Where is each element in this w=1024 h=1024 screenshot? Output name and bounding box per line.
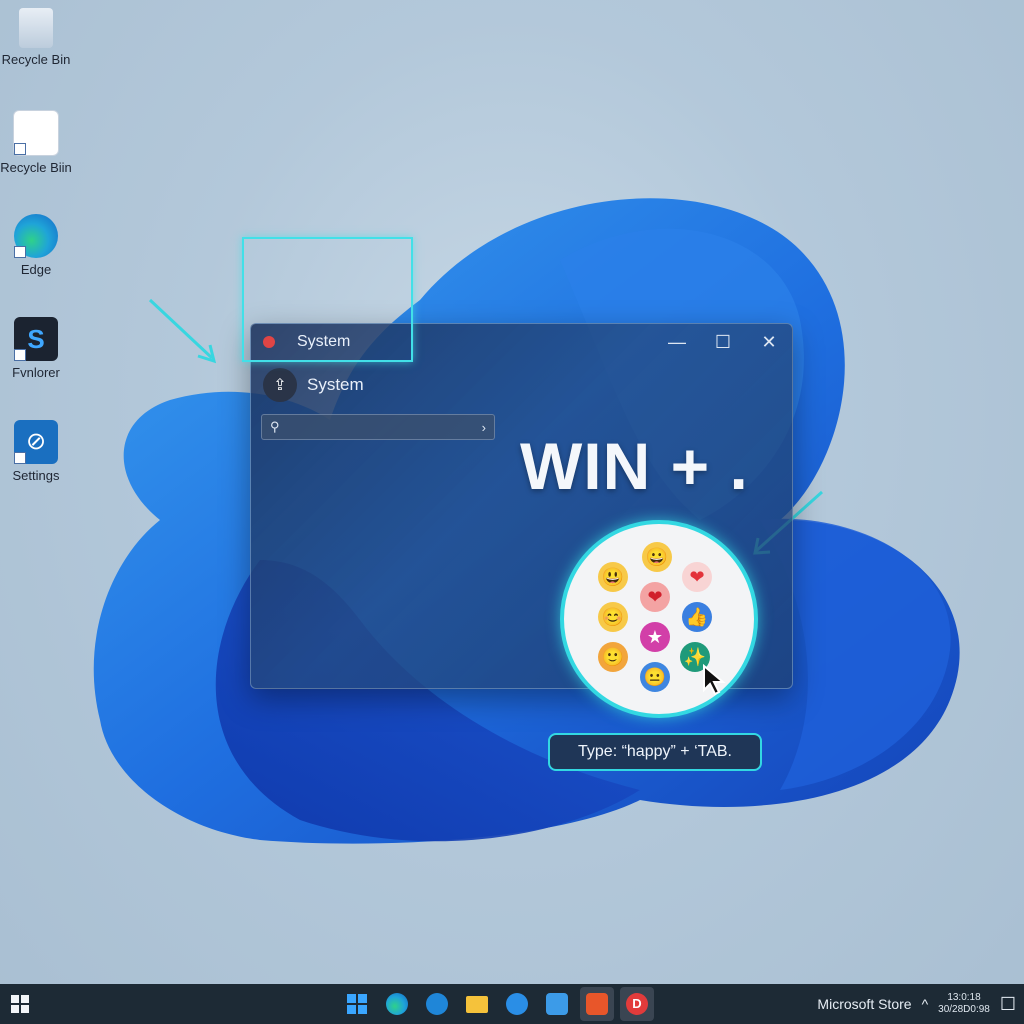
desktop-icon-label: Recycle Bin	[1, 52, 71, 67]
minimize-button[interactable]: —	[654, 332, 700, 353]
desktop-icon-edge[interactable]: Edge	[0, 214, 72, 277]
taskbar-folder-icon[interactable]	[460, 987, 494, 1021]
clock-time: 13:0:18	[947, 992, 981, 1003]
taskbar-store-label[interactable]: Microsoft Store	[817, 996, 911, 1012]
taskbar-office-icon[interactable]	[580, 987, 614, 1021]
edge-icon	[14, 214, 58, 258]
close-button[interactable]: ✕	[746, 332, 792, 353]
desktop-icon-recycle-bin[interactable]: Recycle Bin	[0, 8, 72, 67]
mouse-cursor-icon	[703, 664, 726, 696]
emoji-star[interactable]: ★	[640, 622, 670, 652]
explorer-icon: S	[14, 317, 58, 361]
shortcut-label: WIN + .	[520, 429, 749, 503]
notification-icon[interactable]: ☐	[1000, 994, 1016, 1015]
emoji-thumbs-up[interactable]: 👍	[682, 602, 712, 632]
highlight-box	[242, 237, 413, 362]
emoji-heart[interactable]: ❤	[682, 562, 712, 592]
desktop-icon-label: Edge	[20, 262, 52, 277]
taskbar-edge-icon[interactable]	[380, 987, 414, 1021]
desktop-icon-recycle-app[interactable]: Recycle Biin	[0, 110, 72, 175]
emoji-heart-red[interactable]: ❤	[640, 582, 670, 612]
taskbar-ie-icon[interactable]	[500, 987, 534, 1021]
app-header: ⇪ System	[251, 360, 792, 410]
emoji-smile[interactable]: 😃	[598, 562, 628, 592]
tray-chevron-icon[interactable]: ^	[922, 996, 929, 1012]
taskbar-d-icon[interactable]: D	[620, 987, 654, 1021]
maximize-button[interactable]: ☐	[700, 332, 746, 353]
emoji-blush[interactable]: 😊	[598, 602, 628, 632]
desktop-icon-label: Settings	[12, 468, 60, 483]
desktop-icon-label: Recycle Biin	[0, 160, 72, 175]
recycle-bin-icon	[19, 8, 53, 48]
search-input[interactable]: ⚲ ›	[261, 414, 495, 440]
windows-logo-icon	[11, 995, 29, 1013]
settings-icon: ⊘	[14, 420, 58, 464]
desktop-icon-settings[interactable]: ⊘ Settings	[0, 420, 72, 483]
app-name: System	[307, 375, 364, 394]
chevron-right-icon[interactable]: ›	[482, 420, 486, 435]
desktop-icon-explorer[interactable]: S Fvnlorer	[0, 317, 72, 380]
start-button[interactable]	[0, 984, 40, 1024]
emoji-slight-smile[interactable]: 🙂	[598, 642, 628, 672]
emoji-picker[interactable]: 😀 😃 ❤ 😊 ❤ 👍 🙂 ★ ✨ 😐	[560, 520, 758, 718]
system-app-icon: ⇪	[263, 368, 297, 402]
desktop-icon-label: Fvnlorer	[12, 365, 60, 380]
taskbar: D Microsoft Store ^ 13:0:18 30/28D0:98 ☐	[0, 984, 1024, 1024]
taskbar-app-icon[interactable]	[540, 987, 574, 1021]
emoji-neutral[interactable]: 😐	[640, 662, 670, 692]
search-icon: ⚲	[270, 419, 280, 434]
taskbar-start-icon[interactable]	[340, 987, 374, 1021]
taskbar-store-icon[interactable]	[420, 987, 454, 1021]
emoji-grin[interactable]: 😀	[642, 542, 672, 572]
recycle-app-icon	[13, 110, 59, 156]
tip-label: Type: “happy” + ‘TAB.	[548, 733, 762, 771]
clock[interactable]: 13:0:18 30/28D0:98	[938, 992, 990, 1016]
clock-date: 30/28D0:98	[938, 1004, 990, 1015]
